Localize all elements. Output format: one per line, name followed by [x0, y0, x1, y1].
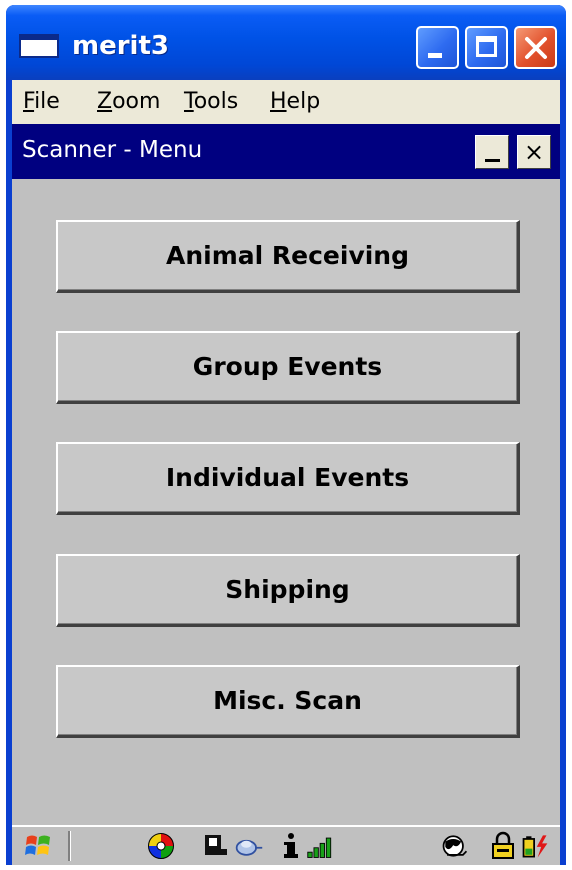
minimize-button[interactable]	[416, 26, 459, 69]
application-window: merit3 File Zoom Tools Help Scanner - Me…	[6, 5, 566, 865]
inner-title-bar: Scanner - Menu ×	[12, 124, 560, 179]
menu-zoom[interactable]: Zoom	[97, 89, 160, 114]
misc-scan-button[interactable]: Misc. Scan	[56, 665, 520, 738]
lock-icon[interactable]	[488, 831, 518, 861]
signal-strength-icon[interactable]	[306, 831, 336, 861]
window-title: merit3	[72, 31, 169, 61]
individual-events-button[interactable]: Individual Events	[56, 442, 520, 515]
animal-receiving-button[interactable]: Animal Receiving	[56, 220, 520, 293]
title-bar[interactable]: merit3	[6, 5, 566, 80]
menu-file[interactable]: File	[23, 89, 60, 114]
window-app-icon	[19, 34, 59, 58]
card-icon[interactable]	[200, 831, 230, 861]
menu-help[interactable]: Help	[270, 89, 320, 114]
inner-minimize-button[interactable]	[475, 135, 509, 169]
color-wheel-icon[interactable]	[146, 831, 176, 861]
close-icon: ×	[523, 138, 545, 166]
menu-tools[interactable]: Tools	[184, 89, 238, 114]
shipping-button[interactable]: Shipping	[56, 554, 520, 627]
menu-bar: File Zoom Tools Help	[12, 80, 560, 124]
taskbar	[12, 825, 560, 865]
network-icon[interactable]	[440, 831, 470, 861]
close-button[interactable]	[514, 26, 557, 69]
inner-window-title: Scanner - Menu	[22, 137, 203, 163]
start-divider	[68, 831, 71, 861]
scanner-menu-panel: Animal Receiving Group Events Individual…	[12, 179, 560, 825]
maximize-button[interactable]	[465, 26, 508, 69]
battery-icon[interactable]	[520, 831, 550, 861]
inner-close-button[interactable]: ×	[517, 135, 551, 169]
info-icon[interactable]	[276, 831, 306, 861]
start-windows-icon[interactable]	[24, 831, 54, 861]
close-icon	[525, 37, 547, 59]
group-events-button[interactable]: Group Events	[56, 331, 520, 404]
mouse-icon[interactable]	[234, 831, 264, 861]
